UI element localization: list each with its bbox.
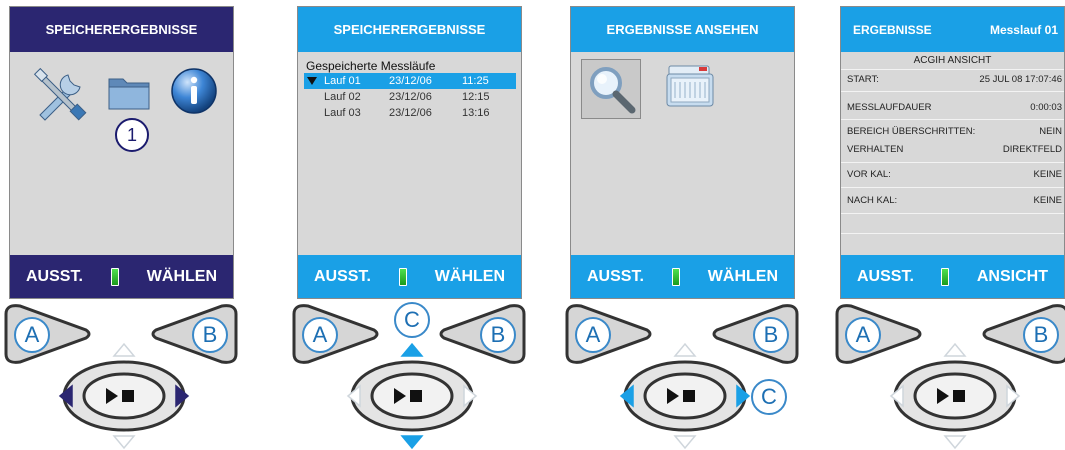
softkey-left-label: AUSST. <box>26 267 83 285</box>
softkey-bar: AUSST. WÄHLEN <box>571 255 794 298</box>
selected-tile[interactable] <box>581 59 641 119</box>
run-name: Lauf 01 <box>324 75 361 87</box>
label-a: A <box>575 317 611 353</box>
arrow-up-icon[interactable] <box>400 342 424 357</box>
result-label: NACH KAL: <box>847 195 898 206</box>
result-row: BEREICH ÜBERSCHRITTEN: NEIN <box>845 126 1064 142</box>
tools-icon[interactable] <box>32 65 90 123</box>
screen-title-bar: ERGEBNISSE Messlauf 01 <box>841 7 1064 52</box>
step-number-badge: 1 <box>115 118 149 152</box>
stop-icon <box>683 390 695 402</box>
run-name: Lauf 03 <box>324 107 361 119</box>
result-value: KEINE <box>1033 195 1062 206</box>
info-icon[interactable] <box>170 67 218 115</box>
screen-title: SPEICHERERGEBNISSE <box>10 7 233 52</box>
softkey-left-label: AUSST. <box>857 267 914 285</box>
softkey-bar: AUSST. WÄHLEN <box>10 255 233 298</box>
label-b: B <box>480 317 516 353</box>
softkey-right-label: WÄHLEN <box>434 267 505 285</box>
divider <box>841 233 1064 234</box>
run-list-item[interactable]: Lauf 03 23/12/06 13:16 <box>304 105 516 121</box>
battery-icon <box>110 267 119 286</box>
device-screen: ERGEBNISSE Messlauf 01 ACGIH ANSICHT STA… <box>840 6 1065 299</box>
result-row: VERHALTEN DIREKTFELD <box>845 144 1064 160</box>
divider <box>841 69 1064 70</box>
printer-icon[interactable] <box>663 62 719 114</box>
list-title: Gespeicherte Messläufe <box>306 59 436 73</box>
magnifier-icon <box>590 67 636 114</box>
softkey-bar: AUSST. WÄHLEN <box>298 255 521 298</box>
label-b: B <box>192 317 228 353</box>
run-date: 23/12/06 <box>389 75 432 87</box>
run-date: 23/12/06 <box>389 91 432 103</box>
divider <box>841 162 1064 163</box>
selected-arrow-icon <box>307 77 317 85</box>
label-b: B <box>1023 317 1059 353</box>
screen-title: ERGEBNISSE <box>853 22 932 37</box>
softkey-left-label: AUSST. <box>587 267 644 285</box>
result-row: START: 25 JUL 08 17:07:46 <box>845 74 1064 90</box>
view-mode-label: ACGIH ANSICHT <box>913 55 992 66</box>
result-value: 25 JUL 08 17:07:46 <box>979 74 1062 85</box>
result-value: NEIN <box>1039 126 1062 137</box>
run-label: Messlauf 01 <box>989 22 1058 37</box>
run-time: 11:25 <box>462 75 489 87</box>
result-label: VERHALTEN <box>847 144 904 155</box>
stop-icon <box>122 390 134 402</box>
softkey-right-label: WÄHLEN <box>707 267 778 285</box>
softkey-left-label: AUSST. <box>314 267 371 285</box>
result-value: DIREKTFELD <box>1002 144 1062 155</box>
battery-icon <box>671 267 680 286</box>
arrow-down-icon[interactable] <box>673 435 697 450</box>
label-c: C <box>751 379 787 415</box>
result-value: 0:00:03 <box>1030 102 1062 113</box>
softkey-right-label: ANSICHT <box>976 267 1048 285</box>
result-label: VOR KAL: <box>847 169 891 180</box>
label-a: A <box>14 317 50 353</box>
device-screen: ERGEBNISSE ANSEHEN AUSST. WÄHLEN <box>570 6 795 299</box>
stop-icon <box>410 390 422 402</box>
label-a: A <box>302 317 338 353</box>
run-time: 12:15 <box>462 91 490 103</box>
run-time: 13:16 <box>462 107 490 119</box>
result-label: BEREICH ÜBERSCHRITTEN: <box>847 126 976 137</box>
result-row: NACH KAL: KEINE <box>845 195 1064 211</box>
device-screen: SPEICHERERGEBNISSE 1 AUSST. WÄHLEN <box>9 6 234 299</box>
arrow-down-icon[interactable] <box>943 435 967 450</box>
run-list-item[interactable]: Lauf 01 23/12/06 11:25 <box>304 73 516 89</box>
run-name: Lauf 02 <box>324 91 361 103</box>
divider <box>841 119 1064 120</box>
divider <box>841 213 1064 214</box>
battery-icon <box>398 267 407 286</box>
folder-icon[interactable] <box>107 73 151 111</box>
arrow-down-icon[interactable] <box>400 435 424 450</box>
result-label: MESSLAUFDAUER <box>847 102 932 113</box>
run-date: 23/12/06 <box>389 107 432 119</box>
label-a: A <box>845 317 881 353</box>
run-list-item[interactable]: Lauf 02 23/12/06 12:15 <box>304 89 516 105</box>
screen-title: ERGEBNISSE ANSEHEN <box>571 7 794 52</box>
label-b: B <box>753 317 789 353</box>
divider <box>841 187 1064 188</box>
label-c: C <box>394 302 430 338</box>
screen-title: SPEICHERERGEBNISSE <box>298 7 521 52</box>
arrow-up-icon[interactable] <box>112 342 136 357</box>
arrow-down-icon[interactable] <box>112 435 136 450</box>
arrow-up-icon[interactable] <box>673 342 697 357</box>
stop-icon <box>953 390 965 402</box>
result-value: KEINE <box>1033 169 1062 180</box>
result-row: MESSLAUFDAUER 0:00:03 <box>845 102 1064 118</box>
result-label: START: <box>847 74 879 85</box>
battery-icon <box>941 267 950 286</box>
device-screen: SPEICHERERGEBNISSE Gespeicherte Messläuf… <box>297 6 522 299</box>
softkey-bar: AUSST. ANSICHT <box>841 255 1064 298</box>
divider <box>841 91 1064 92</box>
result-row: VOR KAL: KEINE <box>845 169 1064 185</box>
arrow-up-icon[interactable] <box>943 342 967 357</box>
softkey-right-label: WÄHLEN <box>146 267 217 285</box>
